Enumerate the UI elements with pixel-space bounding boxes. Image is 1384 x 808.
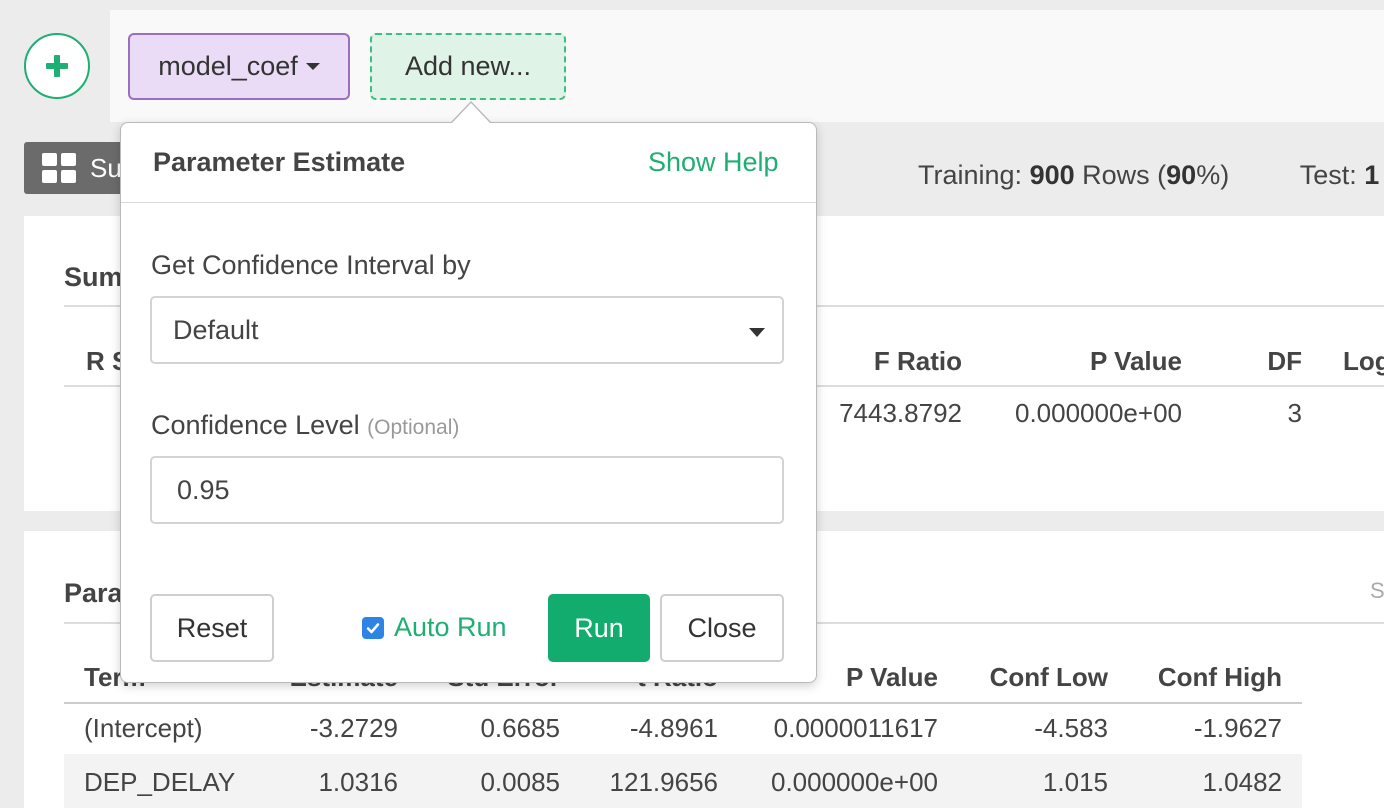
caret-down-icon (749, 328, 765, 337)
parameter-title: Para (64, 578, 123, 608)
confidence-level-text: Confidence Level (151, 410, 360, 440)
auto-run-label: Auto Run (394, 612, 507, 642)
add-new-step-tab[interactable]: Add new... (370, 33, 566, 100)
ci-method-label: Get Confidence Interval by (151, 250, 471, 280)
cell-std-error: 0.0085 (480, 767, 560, 797)
col-header-conf-low: Conf Low (989, 662, 1108, 692)
cell-term: DEP_DELAY (84, 767, 236, 797)
col-header-p-value: P Value (1089, 346, 1182, 376)
reset-button[interactable]: Reset (150, 594, 274, 662)
add-step-button[interactable] (24, 33, 90, 99)
cell-t-ratio: -4.8961 (629, 713, 718, 743)
auto-run-toggle[interactable]: Auto Run (362, 612, 507, 643)
run-button[interactable]: Run (548, 594, 650, 662)
cell-t-ratio: 121.9656 (609, 767, 718, 797)
ci-method-value: Default (173, 314, 259, 345)
training-test-info: Training: 900 Rows (90%) Test: 1 (918, 160, 1379, 191)
cell-std-error: 0.6685 (480, 713, 560, 743)
close-button[interactable]: Close (660, 594, 784, 662)
summary-df: 3 (1287, 398, 1302, 428)
optional-hint: (Optional) (367, 416, 460, 439)
add-new-label: Add new... (404, 51, 532, 81)
cell-conf-low: -4.583 (1034, 713, 1108, 743)
caret-down-icon (305, 63, 320, 70)
summary-view-label: Su (90, 152, 122, 183)
summary-f-ratio: 7443.8792 (839, 398, 962, 428)
test-value: 1 (1364, 160, 1380, 190)
col-header-f-ratio: F Ratio (873, 346, 962, 376)
training-rows: 900 (1029, 160, 1075, 190)
cell-conf-low: 1.015 (1042, 767, 1108, 797)
col-header-conf-high: Conf High (1157, 662, 1282, 692)
training-pct-suffix: %) (1196, 160, 1230, 190)
step-tab-model-coef[interactable]: model_coef (128, 33, 350, 100)
confidence-level-label: Confidence Level (Optional) (151, 410, 459, 441)
col-header-df: DF (1267, 346, 1302, 376)
plus-icon (46, 55, 68, 77)
grid-icon (42, 153, 76, 183)
training-pct: 90 (1166, 160, 1197, 190)
cell-estimate: -3.2729 (309, 713, 398, 743)
cell-estimate: 1.0316 (318, 767, 398, 797)
cell-p-value: 0.000000e+00 (770, 767, 938, 797)
popover-title: Parameter Estimate (153, 147, 406, 177)
test-label: Test: (1299, 160, 1357, 190)
cell-term: (Intercept) (84, 713, 203, 743)
summary-view-button[interactable]: Su (24, 142, 124, 194)
summary-p-value: 0.000000e+00 (1014, 398, 1182, 428)
step-tab-label: model_coef (158, 51, 298, 81)
checkbox-checked-icon[interactable] (362, 616, 384, 639)
cell-conf-high: 1.0482 (1202, 767, 1282, 797)
popover-header-divider (121, 202, 816, 203)
show-help-link[interactable]: Show Help (648, 147, 779, 178)
summary-title: Sum (64, 262, 123, 292)
ci-method-select[interactable]: Default (150, 296, 784, 364)
cell-p-value: 0.0000011617 (773, 713, 938, 743)
popover-arrow-inner (452, 103, 490, 123)
confidence-level-input[interactable] (150, 456, 784, 524)
training-label: Training: (918, 160, 1023, 190)
cell-conf-high: -1.9627 (1193, 713, 1282, 743)
training-rows-word: Rows ( (1082, 160, 1167, 190)
col-header-loglik: Log (1343, 346, 1384, 376)
parameter-card-right-text: S (1370, 578, 1384, 603)
